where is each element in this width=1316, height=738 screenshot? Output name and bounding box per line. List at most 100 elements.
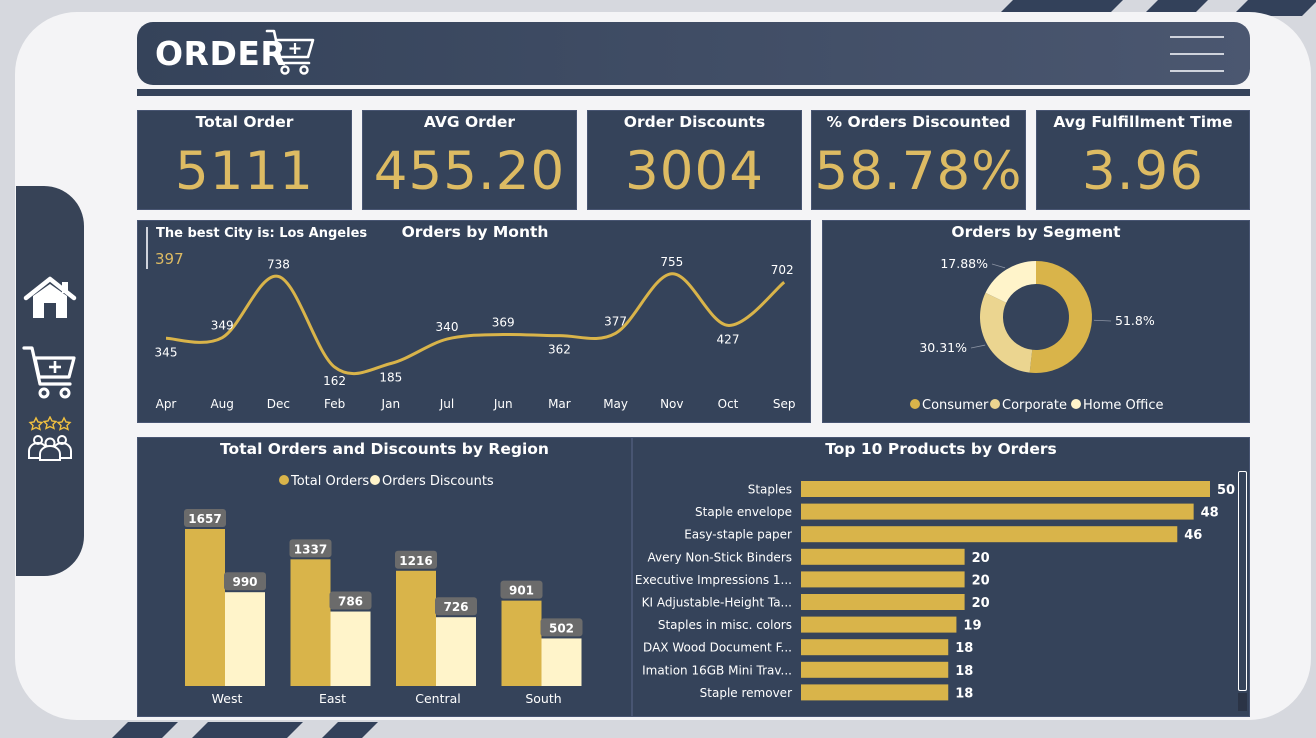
x-tick-label: Jun <box>493 397 513 411</box>
data-label: 786 <box>338 595 363 609</box>
bar <box>801 503 1194 520</box>
kpi-card-order-discounts: Order Discounts 3004 <box>587 110 802 210</box>
x-tick-label: Mar <box>548 397 571 411</box>
data-label: 349 <box>211 319 234 333</box>
y-tick-label: Staple remover <box>700 686 792 700</box>
top-products-panel: Top 10 Products by Orders Staples 50 Stapl… <box>632 437 1250 717</box>
y-tick-label: Imation 16GB Mini Trav... <box>642 663 792 677</box>
data-label: 502 <box>549 621 574 635</box>
leader-line <box>991 263 1006 269</box>
bar <box>185 529 225 686</box>
kpi-label: Total Order <box>195 113 294 131</box>
x-tick-label: West <box>212 691 243 706</box>
cart-plus-icon[interactable] <box>22 344 78 404</box>
data-label: 18 <box>955 664 973 679</box>
data-label: 990 <box>232 575 257 589</box>
x-tick-label: Dec <box>267 397 290 411</box>
legend-label: Home Office <box>1083 398 1163 413</box>
x-tick-label: Jul <box>439 397 454 411</box>
kpi-card-orders-discounted: % Orders Discounted 58.78% <box>811 110 1026 210</box>
legend-marker <box>990 399 1000 409</box>
data-label: 20 <box>972 573 990 588</box>
y-tick-label: Easy-staple paper <box>684 528 792 542</box>
data-label: 362 <box>548 343 571 357</box>
kpi-card-total-order: Total Order 5111 <box>137 110 352 210</box>
kpi-label: % Orders Discounted <box>826 113 1011 131</box>
data-label: 755 <box>660 255 683 269</box>
x-tick-label: Apr <box>156 397 177 411</box>
x-tick-label: South <box>525 691 561 706</box>
page-header: ORDER <box>137 22 1250 85</box>
kpi-label: Avg Fulfillment Time <box>1053 113 1233 131</box>
data-label: 901 <box>509 584 534 598</box>
slice-value-label: 51.8% <box>1115 313 1155 328</box>
donut-slice <box>980 292 1033 373</box>
y-tick-label: DAX Wood Document F... <box>643 641 792 655</box>
x-tick-label: May <box>603 397 628 411</box>
legend-label: Consumer <box>922 398 989 413</box>
orders-by-month-panel: The best City is: Los Angeles 397 Orders… <box>137 220 811 423</box>
orders-by-month-chart: 345 Apr 349 Aug 738 Dec 162 Feb 185 Jan 340 Jul 369 J… <box>155 255 796 411</box>
data-label: 726 <box>443 600 468 614</box>
y-tick-label: Staples <box>748 483 792 497</box>
scrollbar-track-end <box>1238 693 1247 711</box>
kpi-value: 3004 <box>625 141 764 202</box>
region-orders-chart: Total Orders Orders Discounts 1657 990 West 1… <box>184 474 583 706</box>
kpi-value: 455.20 <box>373 141 566 202</box>
data-label: 162 <box>323 374 346 388</box>
x-tick-label: Central <box>415 691 461 706</box>
y-tick-label: Avery Non-Stick Binders <box>648 550 792 564</box>
menu-icon[interactable] <box>1170 36 1224 72</box>
data-label: 377 <box>604 314 627 328</box>
legend-marker <box>370 475 380 485</box>
scrollbar[interactable] <box>1238 471 1247 691</box>
legend-label: Total Orders <box>290 474 369 489</box>
kpi-label: AVG Order <box>423 113 516 131</box>
data-label: 50 <box>1217 483 1235 498</box>
decorative-stripe <box>112 722 178 738</box>
bar <box>801 616 957 633</box>
top-products-chart: Staples 50 Staple envelope 48 Easy-staple pa… <box>635 481 1235 701</box>
orders-by-segment-chart: 51.8% 30.31% 17.88% Consumer Corporate Home O… <box>910 256 1163 413</box>
home-icon[interactable] <box>22 276 78 326</box>
bar <box>801 594 965 610</box>
bar <box>330 611 371 686</box>
data-label: 20 <box>972 551 990 566</box>
bar <box>290 559 331 686</box>
leader-line <box>970 344 986 349</box>
data-label: 369 <box>492 316 515 330</box>
legend-label: Orders Discounts <box>382 474 494 489</box>
bar <box>801 571 965 588</box>
y-tick-label: Staples in misc. colors <box>658 618 792 632</box>
slice-value-label: 17.88% <box>940 256 988 271</box>
data-label: 345 <box>155 345 178 359</box>
bar <box>801 548 965 565</box>
kpi-value: 5111 <box>175 141 314 202</box>
decorative-stripe <box>322 722 378 738</box>
data-label: 1337 <box>294 542 327 556</box>
y-tick-label: Staple envelope <box>695 505 792 519</box>
y-tick-label: KI Adjustable-Height Ta... <box>642 596 792 610</box>
x-tick-label: Jan <box>381 397 401 411</box>
slice-value-label: 30.31% <box>919 340 967 355</box>
donut-slice <box>1029 261 1092 373</box>
data-label: 738 <box>267 257 290 271</box>
legend-marker <box>279 475 289 485</box>
bar <box>541 638 582 686</box>
y-tick-label: Executive Impressions 1... <box>635 573 792 587</box>
leader-line <box>1093 319 1112 322</box>
data-label: 48 <box>1201 506 1219 521</box>
region-orders-panel: Total Orders and Discounts by Region Tot… <box>137 437 632 717</box>
series-line <box>165 272 786 376</box>
bar <box>501 600 542 686</box>
bar <box>801 684 949 701</box>
x-tick-label: Feb <box>324 397 345 411</box>
bar <box>396 570 436 686</box>
x-tick-label: Sep <box>773 397 796 411</box>
data-label: 1216 <box>399 554 432 568</box>
customers-rating-icon[interactable] <box>22 415 78 466</box>
bar <box>801 481 1210 497</box>
decorative-stripe <box>192 722 303 738</box>
data-label: 702 <box>771 263 794 277</box>
legend-label: Corporate <box>1002 398 1067 413</box>
